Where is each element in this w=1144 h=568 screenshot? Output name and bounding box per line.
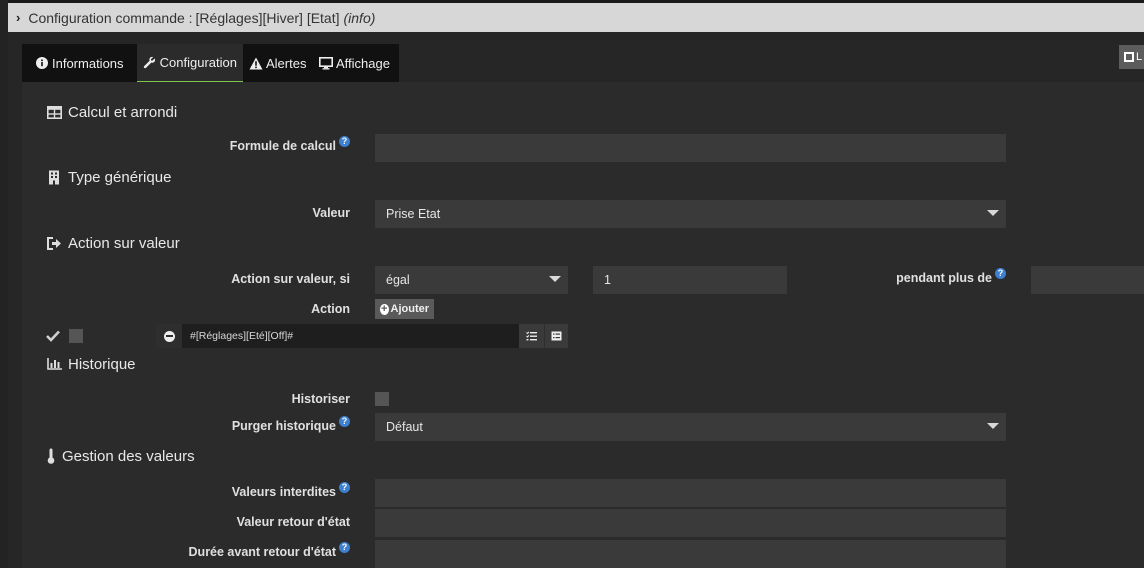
add-action-button[interactable]: + Ajouter [375, 299, 434, 319]
action-parallel-checkbox[interactable] [69, 329, 83, 343]
action-command-text[interactable]: #[Réglages][Eté][Off]# [190, 330, 519, 342]
formule-input[interactable] [375, 134, 1006, 162]
section-title: Historique [68, 355, 136, 373]
right-action-button[interactable]: L [1119, 45, 1144, 69]
title-bar[interactable]: › Configuration commande : [Réglages][Hi… [8, 3, 1144, 32]
section-type-generique: Type générique [46, 167, 171, 187]
help-icon[interactable]: ? [339, 135, 350, 147]
help-icon[interactable]: ? [339, 541, 350, 553]
section-historique: Historique [46, 354, 136, 374]
chevron-down-icon [549, 276, 561, 282]
valeur-select-value: Prise Etat [386, 207, 441, 221]
duree-label: Durée avant retour d'état ? [150, 541, 350, 562]
tab-label: Informations [52, 55, 124, 71]
interdites-input[interactable] [375, 479, 1006, 507]
check-icon [46, 330, 60, 342]
table-icon [46, 104, 62, 120]
chevron-down-icon [987, 210, 999, 216]
list-check-icon [526, 331, 537, 341]
tab-bar: Informations Configuration Alertes Affic… [22, 44, 399, 82]
help-icon[interactable]: ? [339, 415, 350, 427]
monitor-icon [319, 56, 333, 70]
action-si-label: Action sur valeur, si [231, 272, 350, 286]
section-gestion: Gestion des valeurs [46, 446, 195, 466]
action-operator-value: égal [386, 273, 410, 287]
historiser-checkbox[interactable] [375, 392, 389, 406]
duree-input[interactable] [375, 540, 1006, 568]
title-prefix: Configuration commande : [28, 9, 193, 26]
plus-circle-icon: + [380, 302, 389, 315]
section-calcul: Calcul et arrondi [46, 102, 177, 122]
list-alt-button[interactable] [544, 324, 568, 348]
purger-select[interactable]: Défaut [375, 413, 1006, 441]
expand-icon [1124, 52, 1134, 62]
list-check-button[interactable] [519, 324, 544, 348]
action-command-row: #[Réglages][Eté][Off]# [156, 324, 568, 348]
interdites-label-text: Valeurs interdites [231, 485, 336, 499]
historiser-label: Historiser [291, 392, 350, 406]
warning-icon [249, 56, 263, 70]
wrench-icon [143, 56, 157, 70]
formule-label: Formule de calcul ? [150, 135, 350, 156]
minus-circle-icon [163, 330, 175, 342]
valeur-label: Valeur [312, 206, 350, 220]
action-enabled-check[interactable] [46, 329, 60, 343]
right-button-label: L [1136, 51, 1143, 63]
tab-affichage[interactable]: Affichage [313, 44, 399, 82]
help-icon[interactable]: ? [339, 481, 350, 493]
remove-action-button[interactable] [156, 324, 182, 348]
title-path: [Réglages][Hiver] [Etat] [195, 9, 340, 26]
purger-select-value: Défaut [386, 420, 423, 434]
section-title: Calcul et arrondi [68, 103, 178, 121]
valeur-select[interactable]: Prise Etat [375, 200, 1006, 228]
pendant-label-text: pendant plus de [896, 271, 992, 285]
action-value-input[interactable]: 1 [593, 266, 787, 294]
tab-label: Alertes [266, 55, 307, 71]
pendant-input[interactable] [1031, 266, 1144, 294]
purger-label-text: Purger historique [231, 419, 336, 433]
purger-label: Purger historique ? [150, 415, 350, 436]
command-config-window: › Configuration commande : [Réglages][Hi… [0, 0, 1144, 568]
list-alt-icon [551, 331, 562, 341]
section-title: Action sur valeur [68, 234, 180, 252]
duree-label-text: Durée avant retour d'état [188, 545, 336, 559]
tab-configuration[interactable]: Configuration [137, 44, 243, 82]
left-strip [0, 0, 8, 568]
tab-informations[interactable]: Informations [22, 44, 137, 82]
bar-chart-icon [46, 356, 62, 372]
section-title: Type générique [68, 168, 172, 186]
section-action: Action sur valeur [46, 233, 180, 253]
interdites-label: Valeurs interdites ? [150, 481, 350, 502]
formule-label-text: Formule de calcul [229, 139, 336, 153]
thermometer-icon [46, 448, 56, 464]
retour-label: Valeur retour d'état [236, 515, 350, 529]
title-type: (info) [343, 9, 376, 26]
pendant-label: pendant plus de ? [820, 267, 1006, 288]
tab-label: Configuration [159, 55, 237, 70]
info-circle-icon [35, 56, 49, 70]
sign-out-icon [46, 235, 62, 251]
action-label: Action [311, 302, 350, 316]
add-action-label: Ajouter [390, 303, 430, 315]
tab-label: Affichage [336, 55, 390, 71]
tab-alertes[interactable]: Alertes [243, 44, 313, 82]
building-icon [46, 169, 62, 185]
section-title: Gestion des valeurs [62, 447, 195, 465]
chevron-down-icon [987, 423, 999, 429]
retour-input[interactable] [375, 509, 1006, 537]
help-icon[interactable]: ? [995, 267, 1006, 279]
action-operator-select[interactable]: égal [375, 266, 568, 294]
chevron-right-icon[interactable]: › [16, 10, 20, 25]
